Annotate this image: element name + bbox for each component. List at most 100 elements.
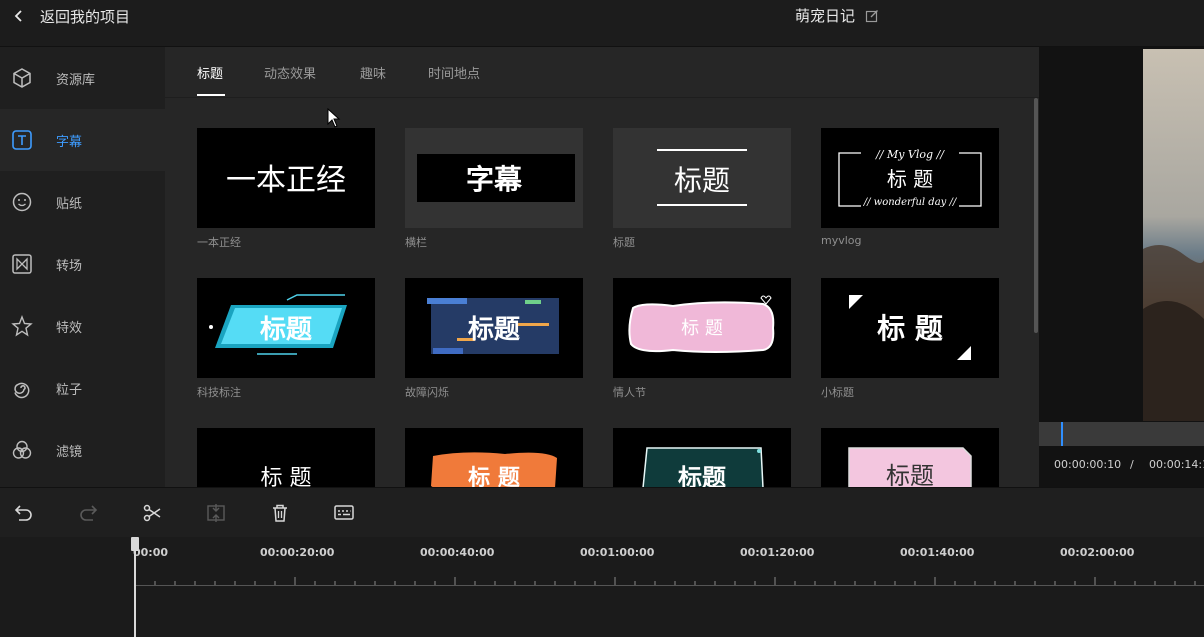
sidebar-item-stickers[interactable]: 贴纸	[0, 171, 165, 233]
template-preview-subtext: // wonderful day //	[863, 197, 958, 208]
sidebar-item-label: 字幕	[56, 134, 83, 150]
sidebar: 资源库 字幕 贴纸 转场 特效 粒子 滤镜	[0, 47, 165, 487]
template-thumbnail: 标题	[821, 428, 999, 487]
swirl-icon	[11, 377, 33, 399]
delete-button[interactable]	[268, 501, 292, 525]
sidebar-item-library[interactable]: 资源库	[0, 47, 165, 109]
playhead[interactable]	[134, 537, 136, 637]
template-caption: myvlog	[821, 234, 862, 247]
smile-icon	[11, 191, 33, 213]
crop-icon	[207, 504, 225, 522]
template-thumbnail: 标 题	[613, 278, 791, 378]
tab-dynamic-effects[interactable]: 动态效果	[264, 63, 316, 82]
template-panel: 标题 动态效果 趣味 时间地点 一本正经 一本正经 字幕 横栏 标题 标题 //…	[165, 47, 1039, 487]
template-card[interactable]: 标 题	[197, 428, 375, 487]
sidebar-item-transitions[interactable]: 转场	[0, 233, 165, 295]
mouse-cursor-icon	[327, 108, 341, 128]
back-button[interactable]: 返回我的项目	[12, 5, 130, 27]
template-caption: 故障闪烁	[405, 386, 449, 399]
template-preview-text: 标 题	[468, 465, 521, 487]
template-preview-text: 标 题	[261, 466, 312, 487]
subtitle-button[interactable]	[332, 501, 356, 525]
template-card[interactable]: 标题	[821, 428, 999, 487]
template-caption: 小标题	[821, 386, 854, 399]
template-card[interactable]: 标 题	[405, 428, 583, 487]
sidebar-item-label: 资源库	[56, 72, 96, 88]
template-caption: 横栏	[405, 236, 427, 249]
template-scrollbar[interactable]	[1034, 98, 1038, 333]
template-card[interactable]: 标题 科技标注	[197, 278, 375, 400]
template-card[interactable]: 标题	[613, 428, 791, 487]
template-card[interactable]: 标 题 小标题	[821, 278, 999, 400]
text-box-icon	[11, 129, 33, 151]
template-card[interactable]: 一本正经 一本正经	[197, 128, 375, 250]
template-preview-text: 字幕	[466, 163, 523, 196]
template-card[interactable]: 标题 故障闪烁	[405, 278, 583, 400]
template-preview-text: 标题	[674, 164, 730, 197]
template-caption: 标题	[613, 236, 635, 249]
sidebar-item-particles[interactable]: 粒子	[0, 357, 165, 419]
template-preview-text: 标题	[260, 315, 312, 345]
redo-icon	[80, 505, 98, 521]
template-thumbnail: 字幕	[405, 128, 583, 228]
back-label: 返回我的项目	[40, 7, 131, 26]
template-preview-text: 标 题	[681, 318, 723, 339]
ruler-label: 00:02:00:00	[1060, 546, 1135, 559]
sidebar-item-subtitles[interactable]: 字幕	[0, 109, 165, 171]
star-icon	[11, 315, 33, 337]
template-thumbnail: 标 题	[821, 278, 999, 378]
redo-button[interactable]	[76, 501, 100, 525]
template-caption: 一本正经	[197, 236, 241, 249]
undo-button[interactable]	[12, 501, 36, 525]
playhead-handle[interactable]	[131, 537, 139, 551]
template-card[interactable]: 标 题 情人节	[613, 278, 791, 400]
template-thumbnail: 标题	[613, 428, 791, 487]
ruler-label: 00:01:40:00	[900, 546, 975, 559]
edit-icon[interactable]	[865, 9, 879, 23]
timeline[interactable]: 00:00 00:00:20:00 00:00:40:00 00:01:00:0…	[0, 537, 1204, 637]
undo-icon	[14, 505, 32, 521]
ruler-label: 00:00:40:00	[420, 546, 495, 559]
current-time: 00:00:00:10	[1054, 458, 1122, 471]
cube-icon	[11, 67, 33, 89]
template-thumbnail: 标题	[405, 278, 583, 378]
template-card[interactable]: // My Vlog // 标 题 // wonderful day // my…	[821, 128, 999, 247]
template-preview-subtext: // My Vlog //	[875, 148, 945, 161]
tab-active-indicator	[197, 94, 225, 96]
tab-time-location[interactable]: 时间地点	[428, 63, 480, 82]
template-card[interactable]: 字幕 横栏	[405, 128, 583, 250]
template-thumbnail: 标 题	[197, 428, 375, 487]
tab-fun[interactable]: 趣味	[360, 63, 386, 82]
template-preview-text: 标 题	[877, 312, 943, 345]
template-preview-text: 标题	[886, 462, 934, 487]
template-thumbnail: 一本正经	[197, 128, 375, 228]
sidebar-item-label: 滤镜	[56, 444, 83, 460]
preview-image	[1143, 49, 1204, 421]
template-preview-text: 标题	[468, 315, 520, 345]
template-caption: 科技标注	[197, 386, 241, 399]
sidebar-item-label: 转场	[56, 258, 83, 274]
delete-icon	[273, 504, 287, 522]
circles-icon	[11, 439, 33, 461]
ruler-label: 00:01:20:00	[740, 546, 815, 559]
sidebar-item-label: 粒子	[56, 382, 83, 398]
template-thumbnail: 标题	[197, 278, 375, 378]
template-preview-text: 标 题	[887, 167, 933, 191]
tab-title[interactable]: 标题	[197, 63, 223, 82]
header: 返回我的项目 萌宠日记	[0, 0, 1204, 47]
sidebar-item-effects[interactable]: 特效	[0, 295, 165, 357]
ruler-baseline	[135, 585, 1204, 586]
crop-button[interactable]	[204, 501, 228, 525]
template-card[interactable]: 标题 标题	[613, 128, 791, 250]
preview-frame	[1143, 49, 1204, 421]
preview-progress-bar[interactable]	[1039, 422, 1204, 446]
transition-icon	[11, 253, 33, 275]
sidebar-item-label: 特效	[56, 320, 83, 336]
project-title-text: 萌宠日记	[795, 7, 856, 25]
split-button[interactable]	[140, 501, 164, 525]
sidebar-item-filters[interactable]: 滤镜	[0, 419, 165, 481]
tab-bar: 标题 动态效果 趣味 时间地点	[165, 47, 1039, 98]
preview-progress-head[interactable]	[1061, 422, 1063, 446]
split-icon	[143, 504, 161, 522]
chevron-left-icon	[14, 10, 22, 22]
